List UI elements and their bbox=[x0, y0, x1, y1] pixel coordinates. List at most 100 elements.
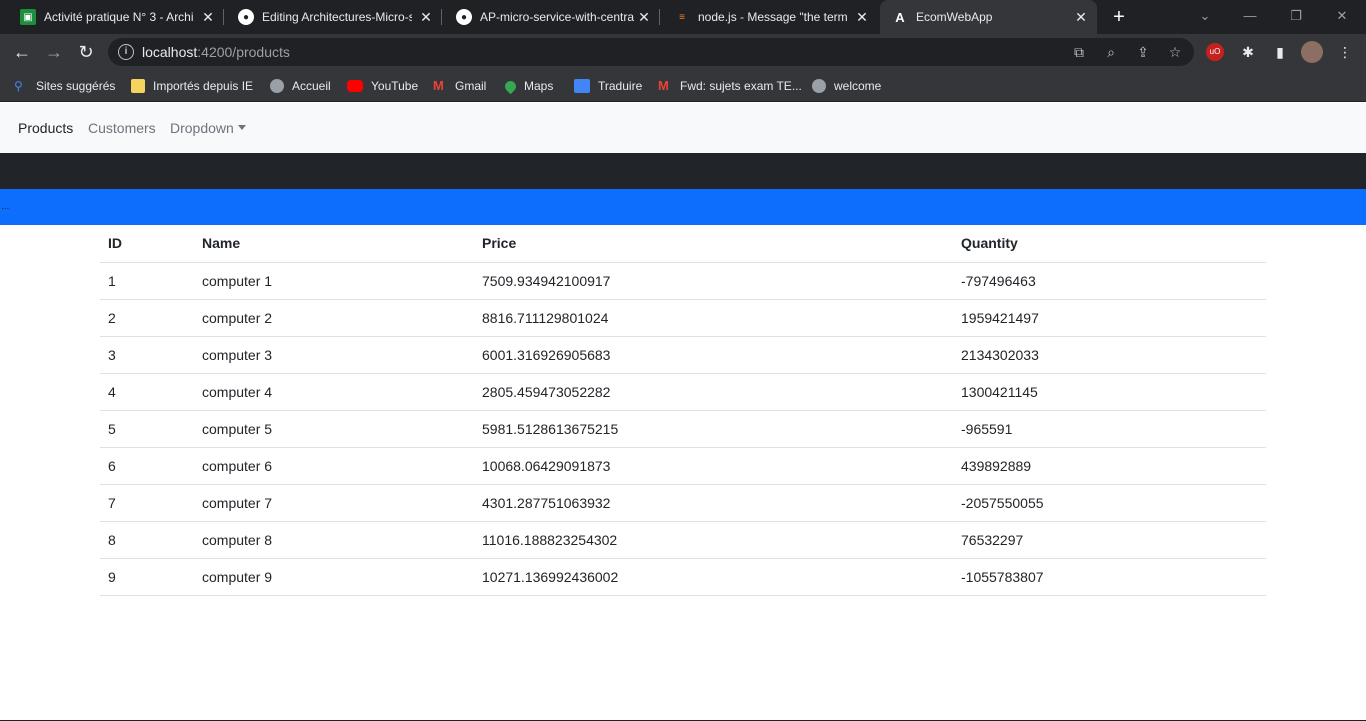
gmail-icon: M bbox=[658, 78, 669, 93]
search-icon: ⚲ bbox=[14, 79, 23, 93]
bookmark-traduire[interactable]: Traduire bbox=[574, 77, 642, 95]
stackoverflow-icon: ≡ bbox=[679, 11, 685, 23]
profile-avatar[interactable] bbox=[1301, 41, 1323, 63]
cell-quantity: 1959421497 bbox=[953, 299, 1266, 337]
bookmark-youtube[interactable]: YouTube bbox=[347, 77, 418, 95]
cell-id: 6 bbox=[100, 447, 194, 485]
cell-quantity: 1300421145 bbox=[953, 373, 1266, 411]
bookmark-label: Traduire bbox=[598, 79, 643, 93]
side-panel-icon[interactable]: ▮ bbox=[1270, 42, 1290, 62]
header-quantity: Quantity bbox=[953, 225, 1266, 263]
cell-price: 8816.711129801024 bbox=[474, 299, 953, 337]
url-path: :4200/products bbox=[197, 44, 290, 60]
loading-text: ... bbox=[1, 201, 10, 212]
browser-tab-3[interactable]: ● AP-micro-service-with-centra ✕ bbox=[442, 0, 660, 34]
close-icon[interactable]: ✕ bbox=[854, 9, 870, 25]
menu-kebab-icon[interactable]: ⋮ bbox=[1335, 42, 1355, 62]
translate-icon[interactable]: ⧉ bbox=[1070, 43, 1088, 61]
tab-title: node.js - Message "the term bbox=[698, 10, 848, 24]
new-tab-button[interactable]: + bbox=[1108, 6, 1130, 28]
table-row: 2 computer 2 8816.711129801024 195942149… bbox=[100, 299, 1266, 337]
browser-tab-2[interactable]: ● Editing Architectures-Micro-s ✕ bbox=[224, 0, 442, 34]
bookmark-label: YouTube bbox=[371, 79, 419, 93]
browser-tab-1[interactable]: ▣ Activité pratique N° 3 - Archi ✕ bbox=[0, 0, 224, 34]
cell-quantity: -965591 bbox=[953, 410, 1266, 448]
tab-title: Editing Architectures-Micro-s bbox=[262, 10, 412, 24]
bookmark-label: Fwd: sujets exam TE... bbox=[680, 79, 802, 93]
cell-price: 10068.06429091873 bbox=[474, 447, 953, 485]
nav-link-products[interactable]: Products bbox=[18, 120, 73, 136]
gmail-icon: M bbox=[433, 78, 444, 93]
bookmarks-bar: ⚲ Sites suggérés Importés depuis IE Accu… bbox=[0, 70, 1366, 102]
cell-price: 4301.287751063932 bbox=[474, 484, 953, 522]
cell-price: 6001.316926905683 bbox=[474, 336, 953, 374]
bookmark-gmail[interactable]: M Gmail bbox=[433, 77, 486, 95]
cell-name: computer 8 bbox=[194, 521, 474, 559]
extensions-icon[interactable]: ✱ bbox=[1238, 42, 1258, 62]
cell-name: computer 6 bbox=[194, 447, 474, 485]
cell-id: 4 bbox=[100, 373, 194, 411]
tab-search-icon[interactable]: ⌄ bbox=[1183, 0, 1227, 34]
bookmark-label: Sites suggérés bbox=[36, 79, 116, 93]
cell-id: 7 bbox=[100, 484, 194, 522]
table-row: 8 computer 8 11016.188823254302 76532297 bbox=[100, 521, 1266, 559]
cell-name: computer 9 bbox=[194, 558, 474, 596]
restore-icon[interactable]: ❐ bbox=[1274, 0, 1318, 34]
bookmark-accueil[interactable]: Accueil bbox=[270, 77, 331, 95]
address-bar[interactable]: i localhost:4200/products ⧉ ⌕ ⇪ ☆ bbox=[108, 38, 1194, 66]
forward-icon[interactable]: → bbox=[40, 38, 68, 66]
url-host: localhost bbox=[142, 44, 198, 60]
browser-toolbar: ← → ↻ i localhost:4200/products ⧉ ⌕ ⇪ ☆ … bbox=[0, 34, 1366, 70]
cell-id: 9 bbox=[100, 558, 194, 596]
caret-down-icon bbox=[237, 125, 246, 130]
cell-name: computer 1 bbox=[194, 262, 474, 300]
bookmark-label: welcome bbox=[834, 79, 882, 93]
cell-id: 1 bbox=[100, 262, 194, 300]
cell-id: 5 bbox=[100, 410, 194, 448]
close-icon[interactable]: ✕ bbox=[418, 9, 434, 25]
browser-tab-strip: ▣ Activité pratique N° 3 - Archi ✕ ● Edi… bbox=[0, 0, 1366, 34]
nav-link-customers[interactable]: Customers bbox=[88, 120, 156, 136]
cell-id: 2 bbox=[100, 299, 194, 337]
ublock-icon[interactable]: uO bbox=[1206, 43, 1224, 61]
close-icon[interactable]: ✕ bbox=[636, 9, 652, 25]
bookmark-maps[interactable]: Maps bbox=[502, 77, 553, 95]
products-table: ID Name Price Quantity 1 computer 1 7509… bbox=[100, 225, 1266, 596]
cell-quantity: -1055783807 bbox=[953, 558, 1266, 596]
browser-tab-4[interactable]: ≡ node.js - Message "the term ✕ bbox=[660, 0, 878, 34]
youtube-icon bbox=[347, 80, 363, 92]
translate-icon bbox=[574, 79, 590, 93]
table-row: 6 computer 6 10068.06429091873 439892889 bbox=[100, 447, 1266, 485]
reload-icon[interactable]: ↻ bbox=[72, 38, 100, 66]
bookmark-fwd-sujets-exam[interactable]: M Fwd: sujets exam TE... bbox=[658, 77, 802, 95]
cell-quantity: 2134302033 bbox=[953, 336, 1266, 374]
share-icon[interactable]: ⇪ bbox=[1134, 43, 1152, 61]
cell-quantity: -797496463 bbox=[953, 262, 1266, 300]
cell-price: 5981.5128613675215 bbox=[474, 410, 953, 448]
angular-icon: A bbox=[895, 9, 905, 25]
window-close-icon[interactable]: ✕ bbox=[1320, 0, 1364, 34]
cell-quantity: 439892889 bbox=[953, 447, 1266, 485]
site-info-icon[interactable]: i bbox=[118, 44, 134, 60]
maps-icon bbox=[502, 78, 519, 94]
zoom-icon[interactable]: ⌕ bbox=[1102, 43, 1120, 61]
close-icon[interactable]: ✕ bbox=[200, 9, 216, 25]
cell-price: 2805.459473052282 bbox=[474, 373, 953, 411]
back-icon[interactable]: ← bbox=[8, 38, 36, 66]
bookmark-star-icon[interactable]: ☆ bbox=[1166, 43, 1184, 61]
app-navbar: Products Customers Dropdown bbox=[0, 103, 1366, 153]
table-row: 9 computer 9 10271.136992436002 -1055783… bbox=[100, 558, 1266, 596]
bookmark-sites-suggeres[interactable]: ⚲ Sites suggérés bbox=[14, 77, 115, 95]
close-icon[interactable]: ✕ bbox=[1073, 9, 1089, 25]
browser-tab-5-active[interactable]: A EcomWebApp ✕ bbox=[880, 0, 1097, 34]
url-text[interactable]: localhost:4200/products bbox=[142, 44, 290, 60]
cell-price: 11016.188823254302 bbox=[474, 521, 953, 559]
minimize-icon[interactable]: — bbox=[1228, 0, 1272, 34]
cell-name: computer 5 bbox=[194, 410, 474, 448]
nav-dropdown-toggle[interactable]: Dropdown bbox=[170, 120, 246, 136]
bookmark-importes-ie[interactable]: Importés depuis IE bbox=[131, 77, 253, 95]
bookmark-welcome[interactable]: welcome bbox=[812, 77, 881, 95]
header-id: ID bbox=[100, 225, 194, 263]
table-row: 4 computer 4 2805.459473052282 130042114… bbox=[100, 373, 1266, 411]
tab-title: EcomWebApp bbox=[916, 10, 993, 24]
